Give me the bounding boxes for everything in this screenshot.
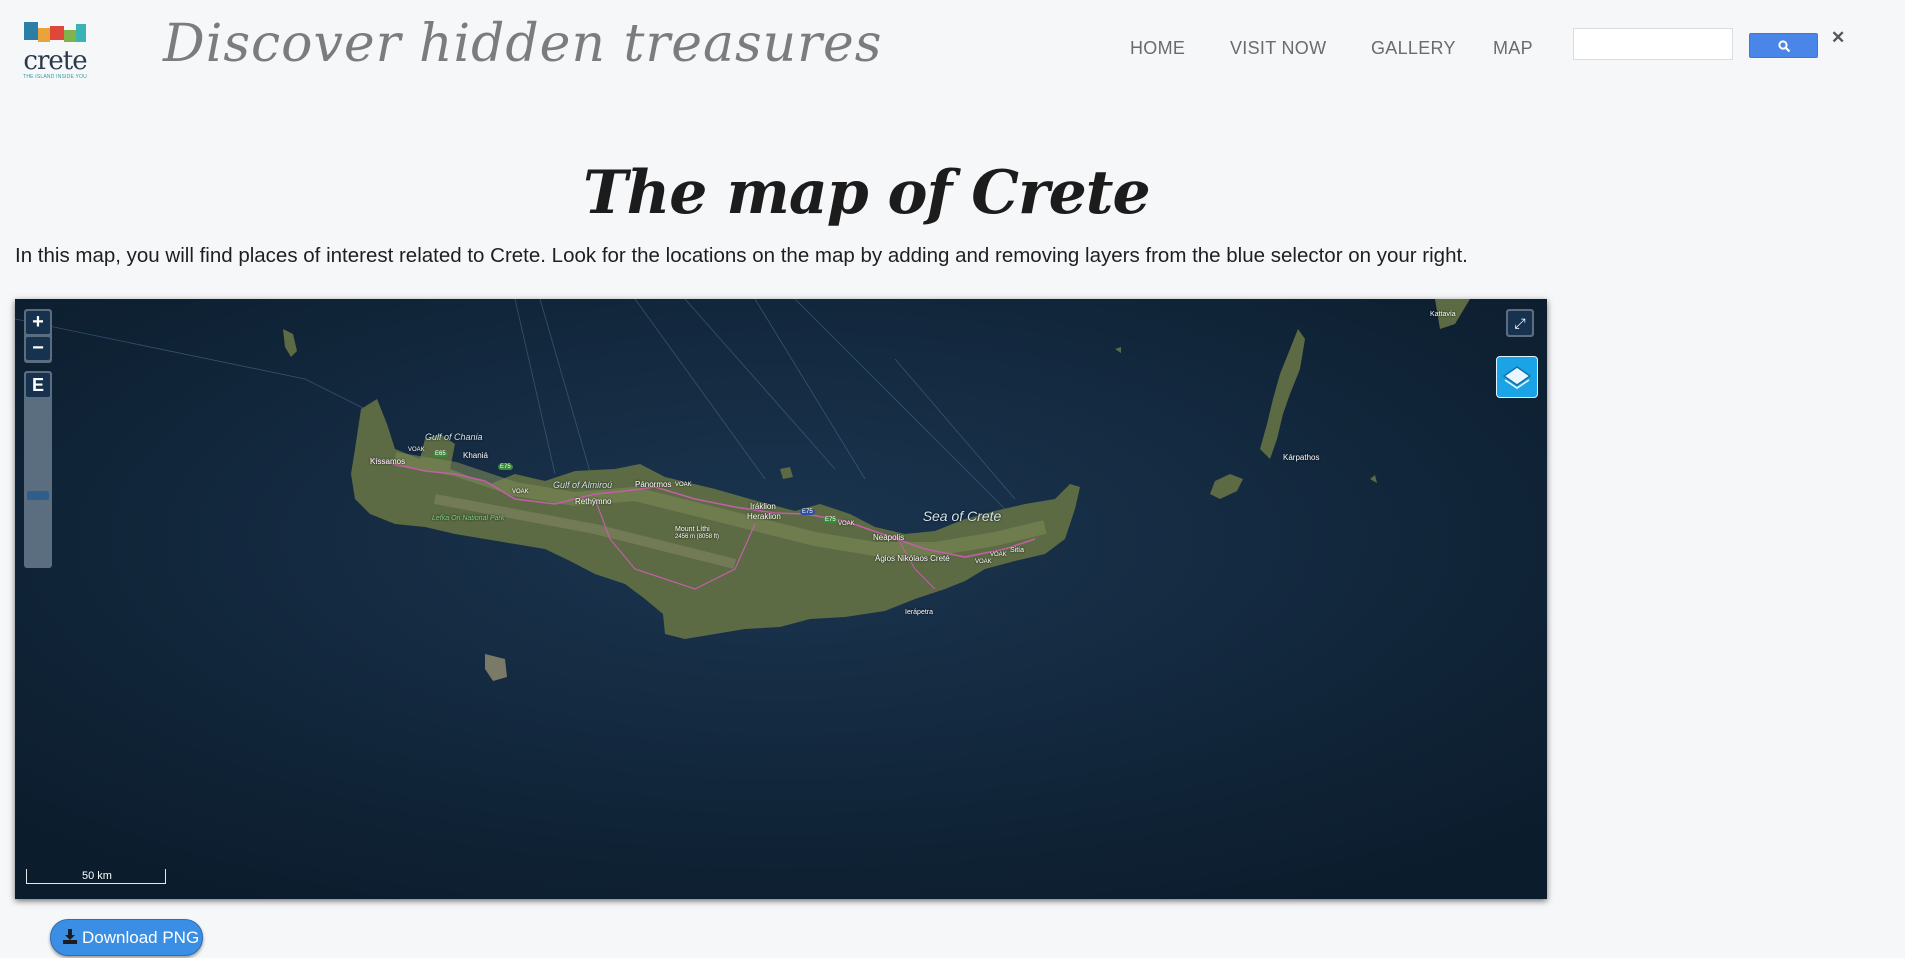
download-label: Download PNG [82, 928, 200, 947]
label-iraklion: Iráklion [750, 502, 776, 511]
route-shield: E75 [498, 464, 513, 470]
route-shield: E75 [800, 509, 815, 515]
download-png-button[interactable]: Download PNG [50, 919, 203, 956]
layer-switcher-button[interactable] [1496, 356, 1538, 398]
scale-bar: 50 km [26, 869, 166, 884]
road-label: VOAK [675, 482, 692, 488]
search-input[interactable] [1573, 28, 1733, 60]
scale-label: 50 km [82, 870, 112, 882]
road-label: VOAK [990, 552, 1007, 558]
download-icon [63, 929, 77, 944]
label-ierapetra: Ierápetra [905, 609, 934, 616]
search-button[interactable] [1749, 33, 1818, 58]
search-icon [1778, 40, 1791, 53]
logo-tagline: THE ISLAND INSIDE YOU [23, 74, 87, 80]
site-tagline: Discover hidden treasures [163, 14, 883, 74]
satellite-imagery [15, 299, 1547, 899]
clear-search-icon[interactable]: ✕ [1831, 28, 1845, 48]
label-lefka-ori: Lefka Ori National Park [432, 515, 505, 522]
zoom-out-button[interactable]: − [26, 337, 50, 360]
road-label: VOAK [512, 489, 529, 495]
road-label: VOAK [975, 559, 992, 565]
zoom-slider-thumb[interactable] [27, 491, 49, 500]
zoom-in-button[interactable]: + [26, 311, 50, 334]
label-mount: Mount Líthi [675, 526, 710, 533]
map-view[interactable]: Gulf of Chania Gulf of Almiroú Kíssamos … [15, 299, 1547, 899]
label-kattavia: Kattavía [1430, 311, 1456, 318]
zoom-slider[interactable]: E [24, 371, 52, 568]
label-neapolis: Neápolis [873, 533, 905, 542]
nav-home[interactable]: HOME [1130, 38, 1185, 59]
label-sea-of-crete: Sea of Crete [922, 508, 1002, 524]
nav-gallery[interactable]: GALLERY [1371, 38, 1456, 59]
fullscreen-button[interactable]: ⤢ [1506, 309, 1534, 337]
zoom-extent-button[interactable]: E [26, 373, 50, 397]
route-shield: E75 [823, 517, 838, 523]
road-label: VOAK [408, 447, 425, 453]
label-gulf-almirou: Gulf of Almiroú [553, 480, 613, 490]
label-agios-nikolaos: Ágios Nikólaos Creté [875, 554, 950, 563]
label-panormos: Pánormos [635, 480, 672, 489]
layers-icon [1502, 366, 1532, 389]
label-karpathos: Kárpathos [1283, 453, 1320, 462]
nav-visit-now[interactable]: VISIT NOW [1230, 38, 1326, 59]
logo-graphic [24, 22, 86, 42]
road-label: VOAK [838, 521, 855, 527]
logo-text: crete [23, 46, 87, 76]
zoom-controls: + − [24, 309, 52, 363]
intro-text: In this map, you will find places of int… [15, 244, 1468, 267]
label-khania: Khaniá [463, 451, 488, 460]
label-mount-elevation: 2456 m (8058 ft) [675, 534, 720, 540]
label-heraklion: Heraklion [747, 512, 781, 521]
fullscreen-icon: ⤢ [1508, 311, 1532, 335]
label-kissamos: Kíssamos [370, 457, 406, 466]
label-gulf-chania: Gulf of Chania [425, 432, 483, 442]
page-title: The map of Crete [583, 158, 1151, 228]
label-rethymno: Rethýmno [575, 497, 612, 506]
route-shield: E65 [433, 451, 448, 457]
nav-map[interactable]: MAP [1493, 38, 1533, 59]
label-sitia: Sitía [1010, 547, 1025, 554]
site-logo[interactable]: crete THE ISLAND INSIDE YOU [22, 14, 88, 84]
